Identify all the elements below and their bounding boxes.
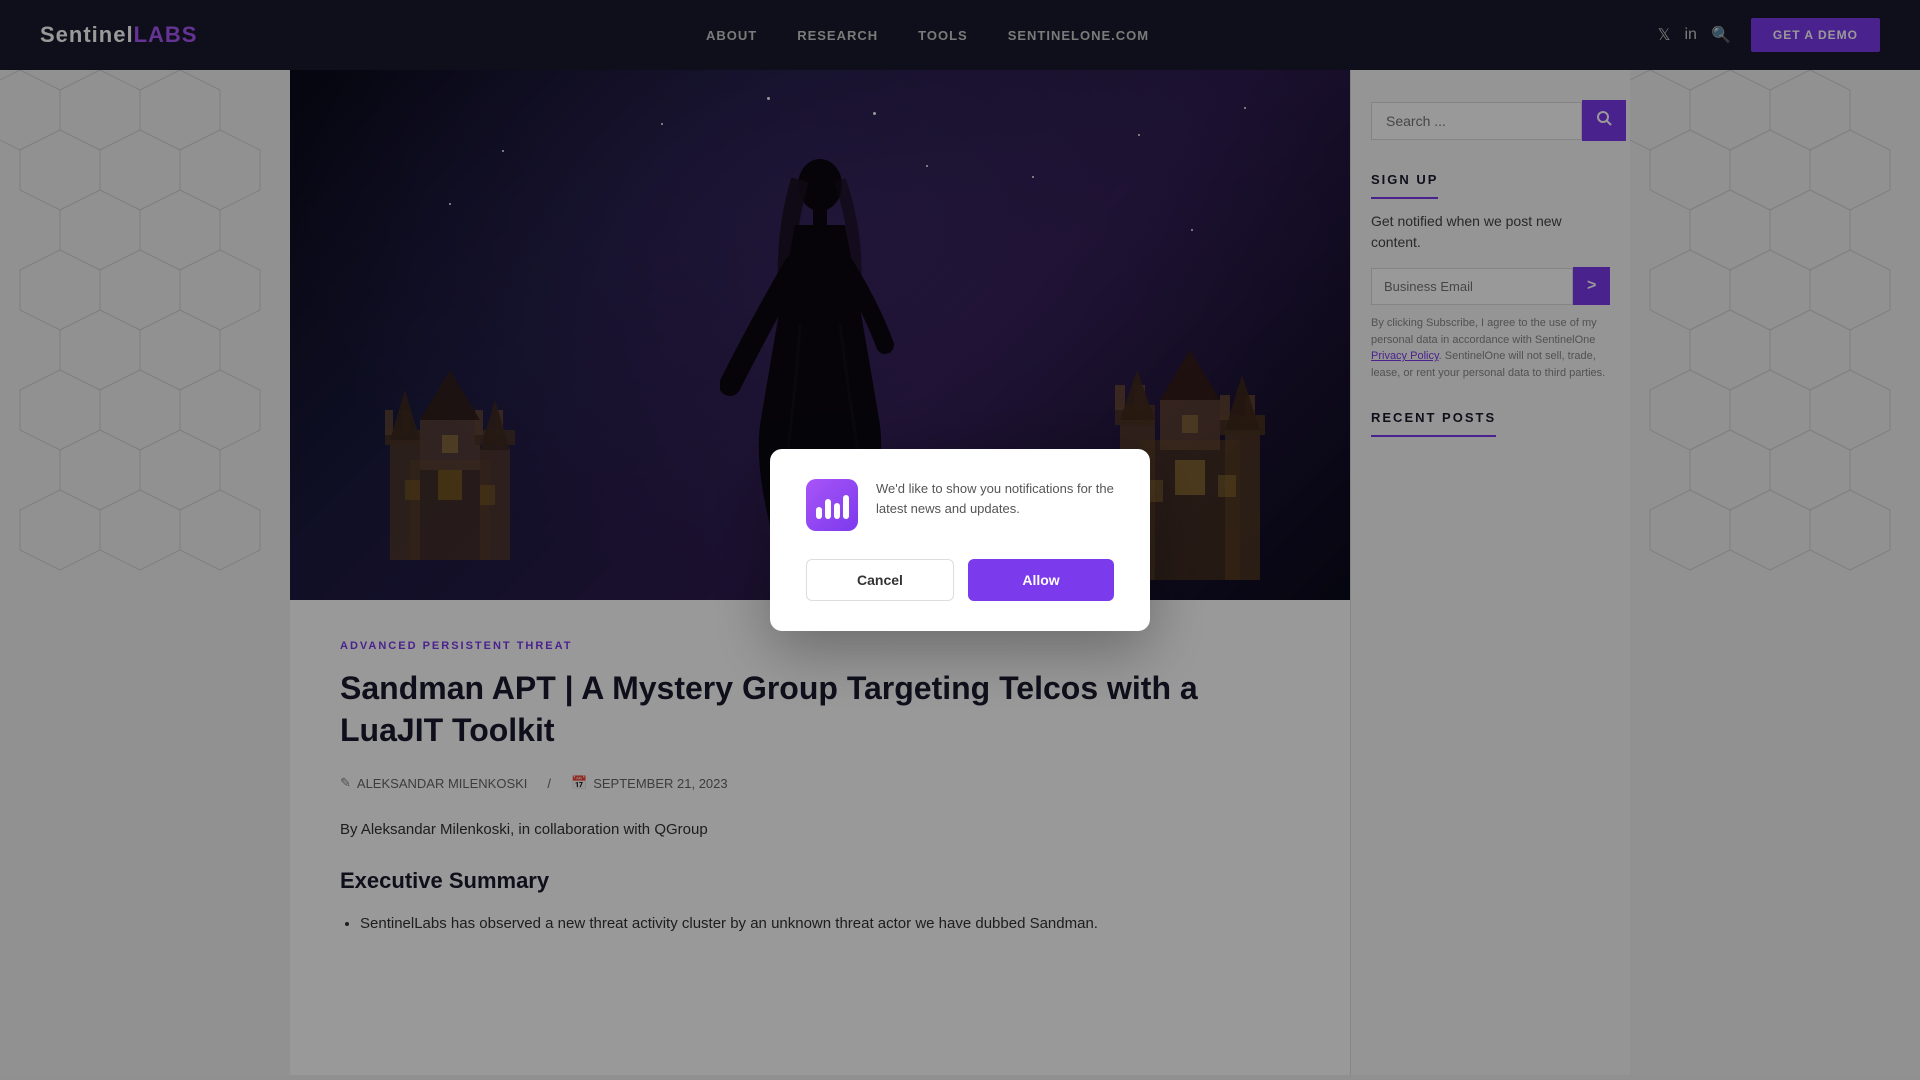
modal-buttons: Cancel Allow — [806, 559, 1114, 601]
bar1 — [816, 507, 822, 519]
modal-description: We'd like to show you notifications for … — [876, 479, 1114, 518]
bar2 — [825, 499, 831, 519]
bar3 — [834, 503, 840, 519]
modal-top: We'd like to show you notifications for … — [806, 479, 1114, 531]
bars-icon — [816, 491, 849, 519]
allow-button[interactable]: Allow — [968, 559, 1114, 601]
cancel-button[interactable]: Cancel — [806, 559, 954, 601]
notification-modal: We'd like to show you notifications for … — [770, 449, 1150, 631]
modal-app-icon — [806, 479, 858, 531]
bar4 — [843, 495, 849, 519]
modal-text-content: We'd like to show you notifications for … — [876, 479, 1114, 518]
notification-modal-overlay: We'd like to show you notifications for … — [0, 0, 1920, 1080]
